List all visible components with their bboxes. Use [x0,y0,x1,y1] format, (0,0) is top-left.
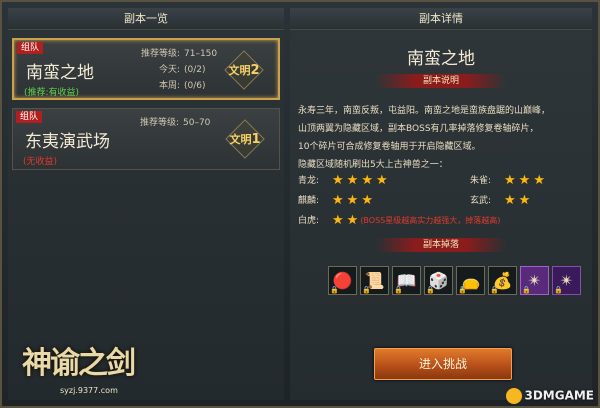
dungeon-detail-panel: 副本详情 南蛮之地 副本说明 永寿三年，南蛮反叛，屯益阳。南蛮之地是蛮族盘踞的山… [290,8,592,400]
description-line: 永寿三年，南蛮反叛，屯益阳。南蛮之地是蛮族盘踞的山巅峰， [298,106,551,116]
drop-slot[interactable]: 🎲 🔒 [424,266,453,295]
description-header: 副本说明 [376,74,506,88]
star-icon: ★ [375,173,388,188]
drops-header: 副本掉落 [376,238,506,252]
lock-icon: 🔒 [426,286,435,294]
lock-icon: 🔒 [554,286,563,294]
civilization-badge: 文明1 [225,119,265,159]
description-line: 隐藏区域随机刷出5大上古神兽之一： [298,160,448,170]
beast-row-qilin: 麒麟: ★ ★ ★ [298,194,373,208]
stat-value: 71–150 [184,49,218,59]
star-icon: ★ [332,213,344,228]
lock-icon: 🔒 [522,286,531,294]
star-icon: ★ [346,173,359,188]
reward-note: (推荐:有收益) [24,88,80,98]
lock-icon: 🔒 [330,286,339,294]
beast-stars: ★ ★ ★ ★ [332,174,388,188]
star-icon: ★ [346,193,359,208]
beast-stars: ★ ★ [504,194,530,208]
beast-row-baihu: 白虎: ★ ★ (BOSS星级越高实力越强大，掉落越高) [298,214,500,228]
drop-slot[interactable]: ✴ 🔒 [520,266,549,295]
dungeon-stats: 推荐等级: 71–150 今天: (0/2) 本周: (0/6) [126,46,217,94]
watermark: 3DMGAME [506,388,594,404]
enter-challenge-button[interactable]: 进入挑战 [374,348,512,380]
stat-value: (0/6) [184,81,206,91]
drop-slot[interactable]: 📜 🔒 [360,266,389,295]
beast-row-xuanwu: 玄武: ★ ★ [470,194,530,208]
logo-text: 神谕之剑 [22,346,136,381]
description-line: 山顶两翼为隐藏区域，副本BOSS有几率掉落修复卷轴碎片， [298,124,539,134]
drop-slot[interactable]: 💰 🔒 [488,266,517,295]
lock-icon: 🔒 [490,286,499,294]
star-icon: ★ [332,193,344,208]
star-icon: ★ [504,173,516,188]
stat-label: 本周: [158,81,180,91]
stat-label: 今天: [158,65,180,75]
beast-label: 白虎: [298,216,320,226]
stat-label: 推荐等级: [139,118,179,128]
lock-icon: 🔒 [362,286,371,294]
beast-stars: ★ ★ [332,214,358,228]
civilization-badge: 文明2 [224,50,264,90]
star-icon: ★ [504,193,516,208]
detail-dungeon-name: 南蛮之地 [407,49,475,69]
beast-stars: ★ ★ ★ [332,194,373,208]
drop-slot[interactable]: 📖 🔒 [392,266,421,295]
dungeon-card-nanman[interactable]: 组队 南蛮之地 (推荐:有收益) 推荐等级: 71–150 今天: (0/2) 本周… [12,38,280,100]
star-icon: ★ [518,173,531,188]
reward-note: (无收益) [23,157,58,167]
star-icon: ★ [332,173,344,188]
dungeon-list-title: 副本一览 [8,8,284,30]
beast-stars: ★ ★ ★ [504,174,545,188]
dungeon-detail-title: 副本详情 [290,8,592,30]
civilization-level: 1 [251,132,261,147]
civilization-level: 2 [250,63,260,78]
beast-label: 麒麟: [298,196,320,206]
dungeon-name: 东夷演武场 [25,132,110,152]
star-icon: ★ [518,193,531,208]
civilization-label: 文明1 [215,131,275,147]
dungeon-name: 南蛮之地 [26,63,94,83]
star-icon: ★ [533,173,545,188]
beast-star-note: (BOSS星级越高实力越强大，掉落越高) [360,216,501,225]
star-icon: ★ [346,213,359,228]
beast-label: 玄武: [470,196,492,206]
stat-value: 50–70 [183,118,211,128]
civilization-label: 文明2 [214,62,274,78]
dungeon-card-dongyi[interactable]: 组队 东夷演武场 (无收益) 推荐等级: 50–70 文明1 [12,108,280,170]
beast-row-qinglong: 青龙: ★ ★ ★ ★ [298,174,388,188]
beast-label: 青龙: [298,176,320,186]
drop-items: 🔴 🔒 📜 🔒 📖 🔒 🎲 🔒 👝 🔒 💰 🔒 ✴ 🔒 ✴ 🔒 [328,266,581,295]
stat-value: (0/2) [184,65,206,75]
logo-url: syzj.9377.com [60,386,118,395]
stat-label: 推荐等级: [140,49,180,59]
lock-icon: 🔒 [458,286,467,294]
watermark-logo-icon [506,388,523,404]
team-tag: 组队 [16,111,43,123]
description-line: 10个碎片可合成修复卷轴用于开启隐藏区域。 [298,142,481,152]
drop-slot[interactable]: 👝 🔒 [456,266,485,295]
drop-slot[interactable]: ✴ 🔒 [552,266,581,295]
drop-slot[interactable]: 🔴 🔒 [328,266,357,295]
game-logo: 神谕之剑 syzj.9377.com [10,338,160,402]
watermark-text: 3DMGAME [524,388,594,403]
dungeon-description: 永寿三年，南蛮反叛，屯益阳。南蛮之地是蛮族盘踞的山巅峰， 山顶两翼为隐藏区域，副… [298,102,588,174]
star-icon: ★ [361,193,373,208]
beast-label: 朱雀: [470,176,492,186]
team-tag: 组队 [17,42,44,54]
beast-row-zhuque: 朱雀: ★ ★ ★ [470,174,545,188]
star-icon: ★ [361,173,373,188]
civilization-text: 文明 [229,133,252,146]
dungeon-stats: 推荐等级: 50–70 [125,115,210,131]
civilization-text: 文明 [228,64,251,77]
lock-icon: 🔒 [394,286,403,294]
dungeon-list-panel: 副本一览 组队 南蛮之地 (推荐:有收益) 推荐等级: 71–150 今天: (0/… [8,8,284,400]
